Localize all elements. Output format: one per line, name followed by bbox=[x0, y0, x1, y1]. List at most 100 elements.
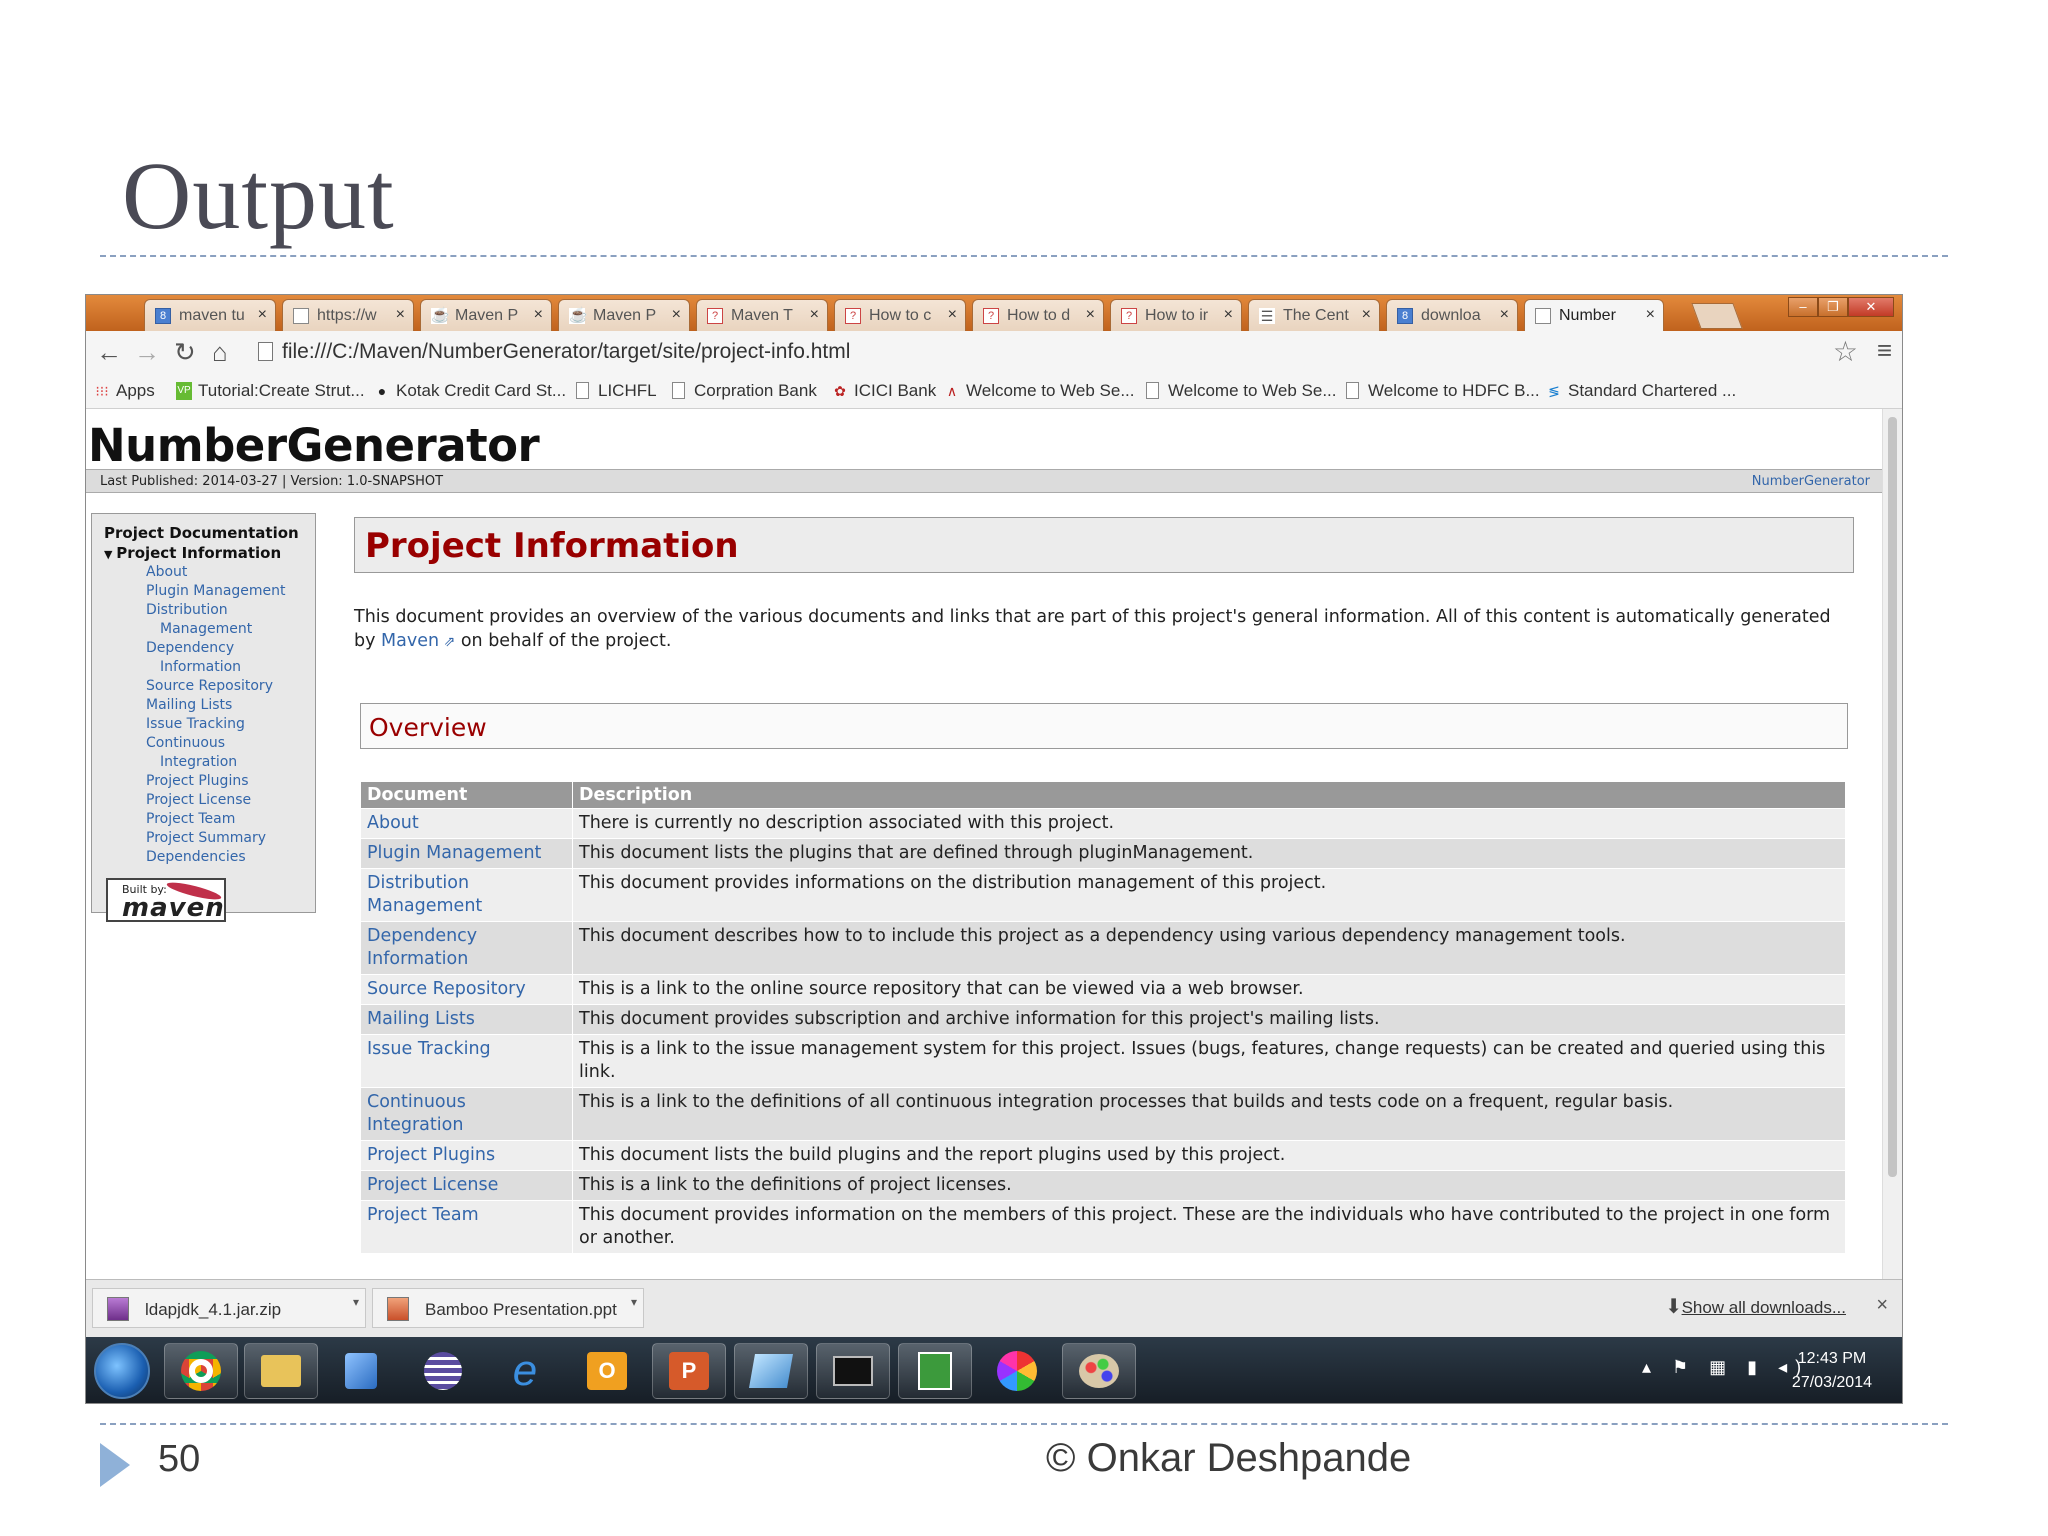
document-link[interactable]: Continuous Integration bbox=[360, 1087, 573, 1141]
sidebar-item-project-license[interactable]: Project License bbox=[146, 792, 251, 808]
sidebar-item-distribution-management-cont[interactable]: Management bbox=[160, 621, 252, 637]
browser-tab[interactable]: ? How to c × bbox=[834, 299, 966, 331]
show-all-downloads-link[interactable]: Show all downloads... bbox=[1682, 1298, 1846, 1318]
close-icon[interactable]: × bbox=[1876, 1294, 1888, 1317]
new-tab-button[interactable] bbox=[1691, 303, 1743, 329]
browser-tab[interactable]: 8 downloa × bbox=[1386, 299, 1518, 331]
command-prompt-icon[interactable] bbox=[816, 1343, 890, 1399]
start-button[interactable] bbox=[94, 1343, 150, 1399]
close-icon[interactable]: × bbox=[534, 306, 543, 324]
scrollbar-thumb[interactable] bbox=[1888, 417, 1897, 1177]
document-link[interactable]: Source Repository bbox=[360, 974, 573, 1005]
document-link[interactable]: Plugin Management bbox=[360, 838, 573, 869]
sidebar-item-dependency-information-cont[interactable]: Information bbox=[160, 659, 241, 675]
file-explorer-icon[interactable] bbox=[244, 1343, 318, 1399]
browser-tab[interactable]: ? How to ir × bbox=[1110, 299, 1242, 331]
bookmark-item[interactable]: Corpration Bank bbox=[672, 381, 817, 401]
close-icon[interactable]: × bbox=[810, 306, 819, 324]
document-link[interactable]: Distribution Management bbox=[360, 868, 573, 922]
document-link[interactable]: About bbox=[360, 808, 573, 839]
address-bar[interactable]: file:///C:/Maven/NumberGenerator/target/… bbox=[254, 337, 1844, 367]
browser-tab[interactable]: ? How to d × bbox=[972, 299, 1104, 331]
close-icon[interactable]: × bbox=[1224, 306, 1233, 324]
project-icon[interactable] bbox=[898, 1343, 972, 1399]
menu-section-project-information[interactable]: ▼ Project Information bbox=[104, 544, 281, 562]
sidebar-item-dependencies[interactable]: Dependencies bbox=[146, 849, 246, 865]
bookmark-item[interactable]: ● Kotak Credit Card St... bbox=[374, 381, 566, 401]
chevron-down-icon[interactable]: ▾ bbox=[353, 1295, 359, 1309]
document-link[interactable]: Dependency Information bbox=[360, 921, 573, 975]
sidebar-item-plugin-management[interactable]: Plugin Management bbox=[146, 583, 286, 599]
chevron-down-icon[interactable]: ▾ bbox=[631, 1295, 637, 1309]
maven-link[interactable]: Maven bbox=[381, 631, 439, 651]
close-icon[interactable]: × bbox=[1362, 306, 1371, 324]
browser-tab[interactable]: ☰ The Cent × bbox=[1248, 299, 1380, 331]
close-icon[interactable]: × bbox=[672, 306, 681, 324]
outlook-icon[interactable]: O bbox=[570, 1343, 644, 1399]
sidebar-item-project-team[interactable]: Project Team bbox=[146, 811, 235, 827]
navigation-sidebar: Project Documentation ▼ Project Informat… bbox=[91, 513, 316, 923]
close-icon[interactable]: × bbox=[948, 306, 957, 324]
internet-explorer-icon[interactable]: e bbox=[488, 1343, 562, 1399]
document-link[interactable]: Project Team bbox=[360, 1200, 573, 1254]
sidebar-item-source-repository[interactable]: Source Repository bbox=[146, 678, 273, 694]
bookmark-item[interactable]: LICHFL bbox=[576, 381, 657, 401]
close-icon[interactable]: × bbox=[1646, 306, 1655, 324]
forward-icon[interactable]: → bbox=[134, 337, 160, 368]
sidebar-item-distribution-management[interactable]: Distribution bbox=[146, 602, 228, 618]
close-icon[interactable]: × bbox=[1086, 306, 1095, 324]
bookmark-item[interactable]: ∧ Welcome to Web Se... bbox=[944, 381, 1135, 401]
browser-tab[interactable]: 8 maven tu × bbox=[144, 299, 276, 331]
sidebar-item-continuous-integration[interactable]: Continuous bbox=[146, 735, 225, 751]
restore-button[interactable]: ❐ bbox=[1818, 297, 1848, 317]
tray-icons[interactable]: ▴ ⚑ ▦ ▮ ◂) bbox=[1642, 1357, 1809, 1378]
sidebar-item-project-plugins[interactable]: Project Plugins bbox=[146, 773, 249, 789]
paint-icon[interactable] bbox=[1062, 1343, 1136, 1399]
document-link[interactable]: Issue Tracking bbox=[360, 1034, 573, 1088]
bookmark-apps[interactable]: ⁝⁝⁝ Apps bbox=[94, 381, 154, 401]
sidebar-item-mailing-lists[interactable]: Mailing Lists bbox=[146, 697, 232, 713]
reload-icon[interactable]: ↻ bbox=[174, 337, 196, 368]
virtualbox-icon[interactable] bbox=[324, 1343, 398, 1399]
bookmark-item[interactable]: ≶ Standard Chartered ... bbox=[1546, 381, 1736, 401]
document-link[interactable]: Project License bbox=[360, 1170, 573, 1201]
sidebar-item-about[interactable]: About bbox=[146, 564, 187, 580]
breadcrumb-link[interactable]: NumberGenerator bbox=[1752, 474, 1870, 489]
picasa-icon[interactable] bbox=[980, 1343, 1054, 1399]
document-link[interactable]: Mailing Lists bbox=[360, 1004, 573, 1035]
bookmark-item[interactable]: Welcome to HDFC B... bbox=[1346, 381, 1540, 401]
notepad-icon[interactable] bbox=[734, 1343, 808, 1399]
browser-tab[interactable]: ? Maven T × bbox=[696, 299, 828, 331]
browser-tab[interactable]: https://w × bbox=[282, 299, 414, 331]
minimize-button[interactable]: – bbox=[1788, 297, 1818, 317]
chrome-icon[interactable] bbox=[164, 1343, 238, 1399]
question-icon: ? bbox=[1121, 308, 1137, 324]
built-by-maven-logo[interactable]: Built by: maven bbox=[106, 878, 226, 923]
download-item[interactable]: ldapjdk_4.1.jar.zip ▾ bbox=[92, 1288, 366, 1328]
bookmark-item[interactable]: VP Tutorial:Create Strut... bbox=[176, 381, 365, 401]
back-icon[interactable]: ← bbox=[96, 337, 122, 368]
close-icon[interactable]: × bbox=[258, 306, 267, 324]
bookmark-item[interactable]: Welcome to Web Se... bbox=[1146, 381, 1337, 401]
sidebar-item-dependency-information[interactable]: Dependency bbox=[146, 640, 234, 656]
download-item[interactable]: Bamboo Presentation.ppt ▾ bbox=[372, 1288, 644, 1328]
sidebar-item-project-summary[interactable]: Project Summary bbox=[146, 830, 266, 846]
browser-tab[interactable]: ☕ Maven P × bbox=[420, 299, 552, 331]
powerpoint-icon[interactable]: P bbox=[652, 1343, 726, 1399]
bookmark-star-icon[interactable]: ☆ bbox=[1833, 335, 1858, 368]
eclipse-icon[interactable] bbox=[406, 1343, 480, 1399]
close-icon[interactable]: × bbox=[396, 306, 405, 324]
sidebar-item-continuous-integration-cont[interactable]: Integration bbox=[160, 754, 237, 770]
menu-icon[interactable]: ≡ bbox=[1877, 335, 1892, 366]
page-scrollbar[interactable] bbox=[1882, 409, 1902, 1279]
close-icon[interactable]: × bbox=[1500, 306, 1509, 324]
clock[interactable]: 12:43 PM 27/03/2014 bbox=[1792, 1347, 1872, 1395]
sidebar-item-issue-tracking[interactable]: Issue Tracking bbox=[146, 716, 245, 732]
bookmark-item[interactable]: ✿ ICICI Bank bbox=[832, 381, 936, 401]
browser-tab-active[interactable]: Number × bbox=[1524, 299, 1664, 331]
browser-tab[interactable]: ☕ Maven P × bbox=[558, 299, 690, 331]
document-link[interactable]: Project Plugins bbox=[360, 1140, 573, 1171]
home-icon[interactable]: ⌂ bbox=[212, 337, 228, 368]
slide-number: 50 bbox=[158, 1438, 201, 1480]
window-close-button[interactable]: ✕ bbox=[1848, 297, 1894, 317]
